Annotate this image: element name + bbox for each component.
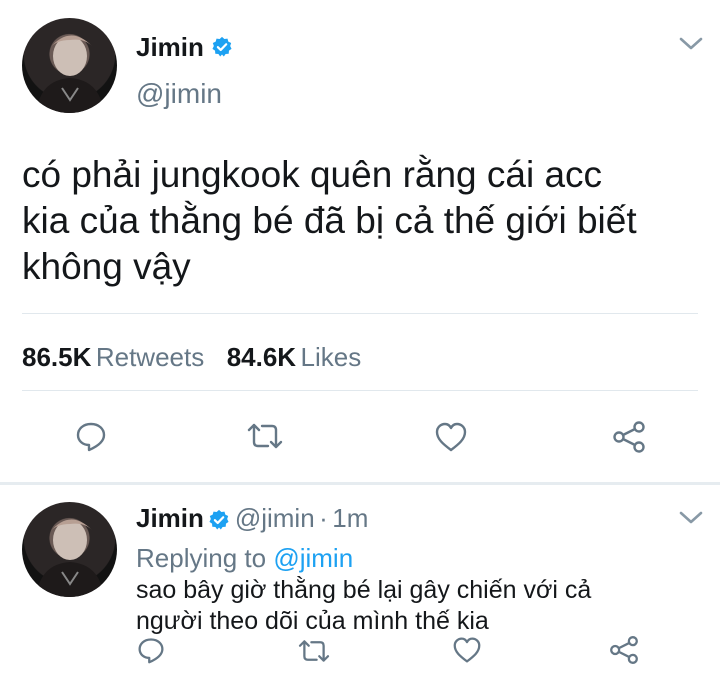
replying-to-handle-link[interactable]: @jimin: [273, 543, 353, 573]
reply-icon[interactable]: [137, 636, 165, 664]
retweet-icon[interactable]: [296, 637, 332, 665]
chevron-down-icon[interactable]: [678, 510, 704, 531]
author-handle[interactable]: @jimin: [136, 78, 222, 110]
replying-to: Replying to @jimin: [136, 543, 353, 574]
avatar-photo: [36, 519, 104, 597]
tweet-text-line: không vậy: [22, 246, 191, 287]
retweet-icon[interactable]: [245, 420, 285, 452]
retweets-count: 86.5K: [22, 342, 92, 372]
reply-text-line: sao bây giờ thằng bé lại gây chiến với c…: [136, 576, 592, 604]
reply-author-name[interactable]: Jimin: [136, 503, 204, 533]
tweet-text-line: có phải jungkook quên rằng cái acc: [22, 154, 603, 195]
verified-badge-icon: [211, 34, 233, 65]
section-divider: [0, 482, 720, 485]
replying-prefix: Replying to: [136, 543, 267, 573]
like-icon[interactable]: [434, 421, 468, 453]
tweet-stats: 86.5K Retweets 84.6K Likes: [22, 342, 361, 373]
divider: [22, 313, 698, 314]
share-icon[interactable]: [608, 635, 640, 665]
verified-badge-icon: [208, 509, 230, 536]
likes-stat[interactable]: 84.6K Likes: [227, 342, 362, 372]
author-name[interactable]: Jimin: [136, 32, 233, 65]
share-icon[interactable]: [611, 420, 647, 454]
reply-text-line: người theo dõi của mình thế kia: [136, 607, 489, 635]
reply-author-handle[interactable]: @jimin: [235, 503, 315, 533]
author-avatar[interactable]: [22, 18, 117, 113]
avatar-photo: [36, 35, 104, 113]
likes-count: 84.6K: [226, 342, 297, 372]
chevron-down-icon[interactable]: [678, 36, 704, 57]
reply-header: Jimin @jimin · 1m: [136, 503, 368, 536]
divider: [22, 390, 698, 391]
likes-label: Likes: [300, 342, 362, 372]
author-name-text: Jimin: [136, 32, 204, 62]
retweets-label: Retweets: [95, 342, 205, 372]
reply-text: sao bây giờ thằng bé lại gây chiến với c…: [136, 575, 706, 637]
reply-icon[interactable]: [75, 420, 107, 452]
reply-author-avatar[interactable]: [22, 502, 117, 597]
retweets-stat[interactable]: 86.5K Retweets: [22, 342, 209, 372]
like-icon[interactable]: [452, 636, 482, 664]
meta-separator: ·: [319, 503, 328, 533]
tweet-text: có phải jungkook quên rằng cái acc kia c…: [22, 152, 712, 290]
reply-timestamp[interactable]: 1m: [332, 503, 368, 533]
tweet-text-line: kia của thằng bé đã bị cả thế giới biết: [22, 200, 637, 241]
